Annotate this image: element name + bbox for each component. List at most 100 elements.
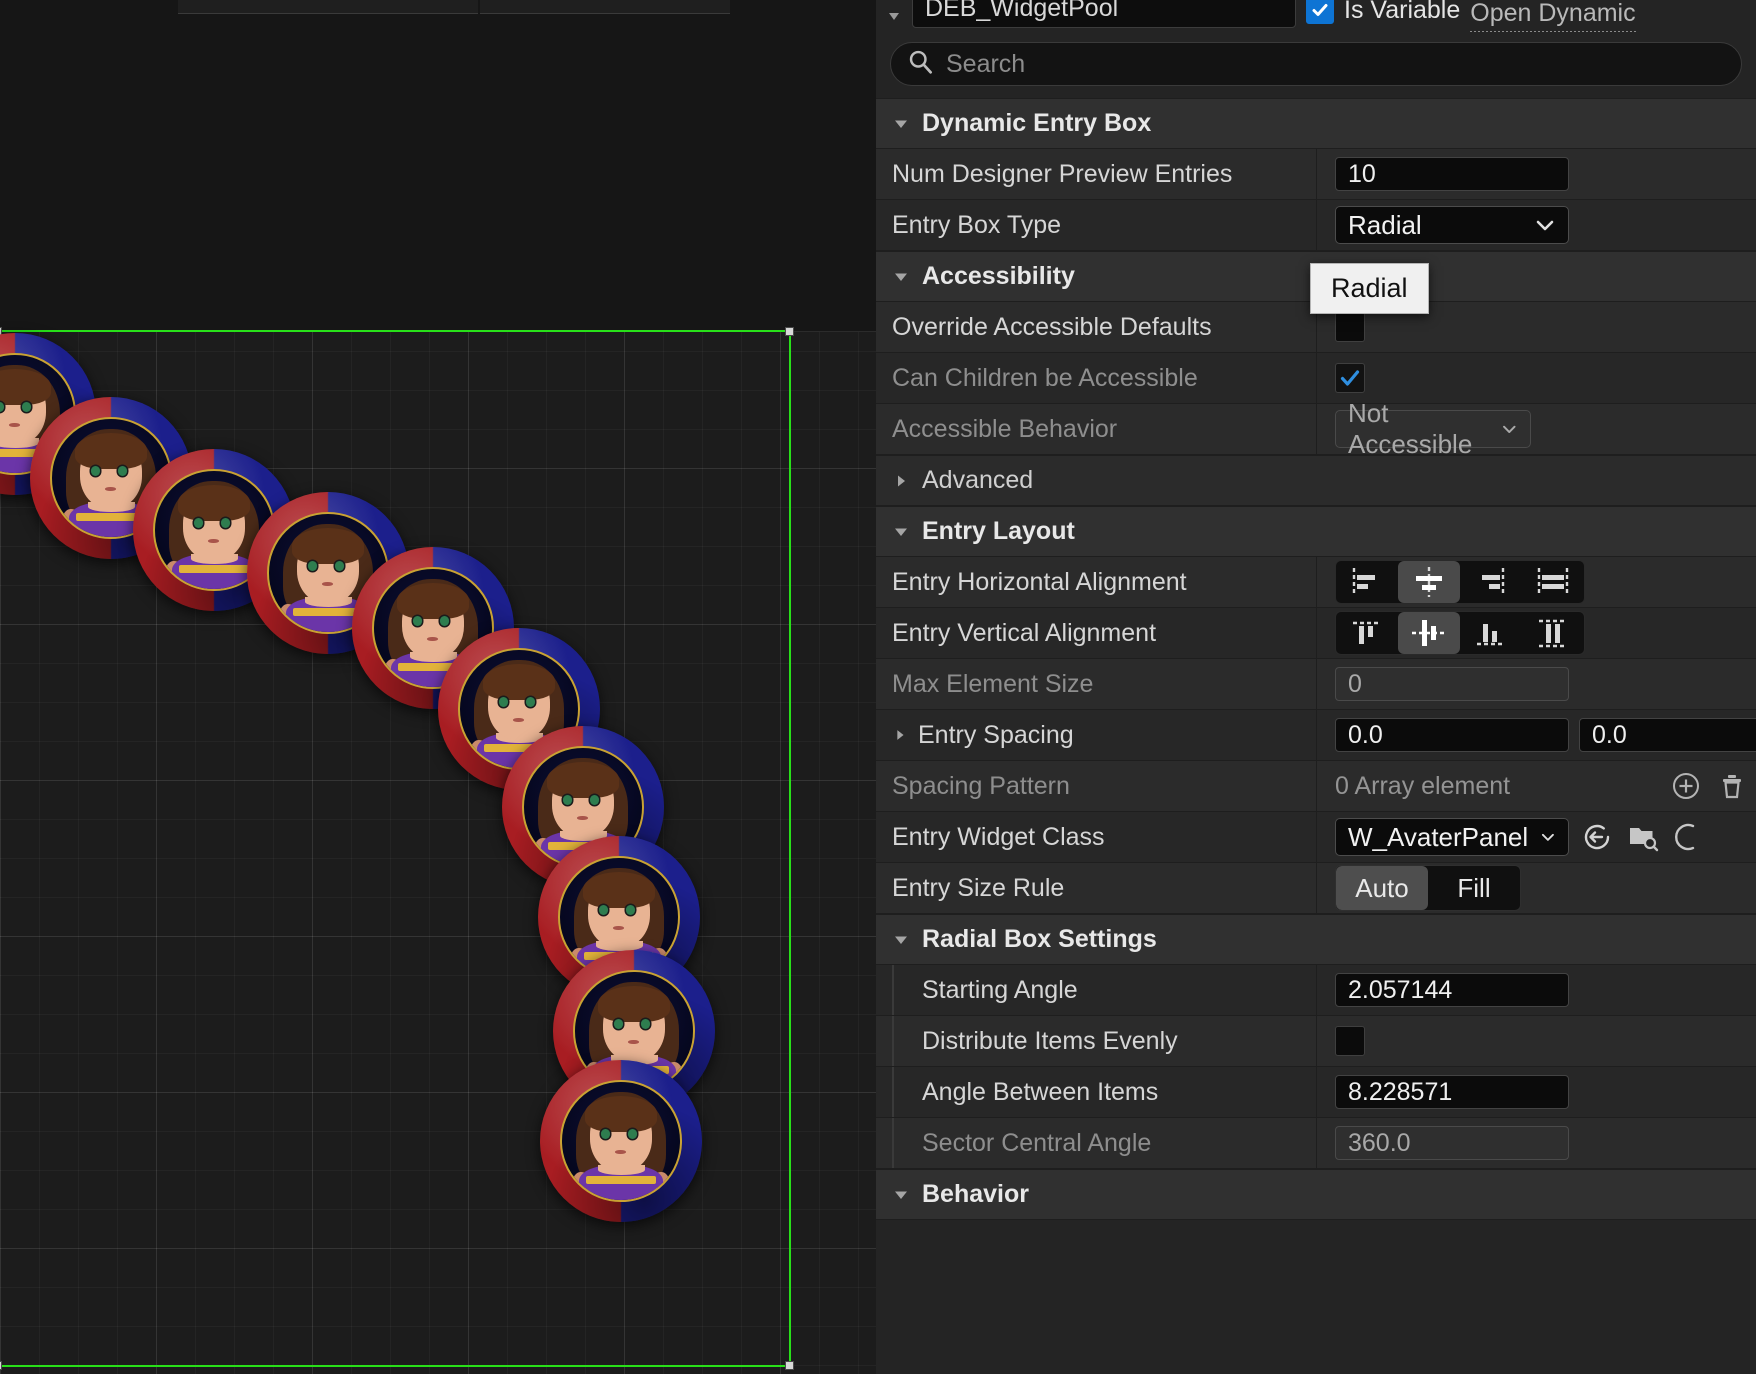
section-title: Advanced — [922, 466, 1033, 495]
section-title: Accessibility — [922, 262, 1075, 291]
section-header-radial-box-settings[interactable]: Radial Box Settings — [876, 914, 1756, 965]
trash-icon[interactable] — [1714, 768, 1750, 804]
label-spacing-pattern: Spacing Pattern — [892, 772, 1070, 801]
label-entry-spacing: Entry Spacing — [918, 721, 1074, 750]
details-header: DEB_WidgetPool Is Variable Open Dynamic — [876, 0, 1756, 32]
radial-entry-avatar[interactable] — [540, 1060, 702, 1222]
sector-central-angle-input[interactable]: 360.0 — [1335, 1126, 1569, 1160]
vertical-alignment-group[interactable] — [1335, 611, 1585, 655]
align-center-icon[interactable] — [1398, 561, 1460, 603]
label-can-children: Can Children be Accessible — [892, 364, 1198, 393]
spacing-pattern-count: 0 Array element — [1335, 772, 1658, 801]
sub-property-stripe — [892, 1118, 894, 1168]
chevron-down-icon — [892, 931, 910, 949]
entry-size-rule-group[interactable]: Auto Fill — [1335, 865, 1521, 911]
open-dynamic-link[interactable]: Open Dynamic — [1470, 0, 1635, 32]
section-header-entry-layout[interactable]: Entry Layout — [876, 506, 1756, 557]
search-input[interactable] — [946, 50, 1725, 79]
designer-viewport[interactable] — [0, 0, 876, 1374]
entry-size-rule-fill-button[interactable]: Fill — [1428, 866, 1520, 910]
sub-property-stripe — [892, 965, 894, 1015]
search-bar[interactable] — [890, 42, 1742, 86]
back-arrow-icon[interactable] — [1579, 819, 1615, 855]
plus-circle-icon[interactable] — [1668, 768, 1704, 804]
max-element-size-input[interactable]: 0 — [1335, 667, 1569, 701]
section-header-dynamic-entry-box[interactable]: Dynamic Entry Box — [876, 98, 1756, 149]
align-middle-icon[interactable] — [1398, 612, 1460, 654]
entry-spacing-x-input[interactable]: 0.0 — [1335, 718, 1569, 752]
chevron-down-icon — [1534, 214, 1556, 236]
use-selected-icon[interactable] — [1671, 819, 1707, 855]
row-can-children-be-accessible[interactable]: Can Children be Accessible — [876, 353, 1756, 404]
row-max-element-size[interactable]: Max Element Size 0 — [876, 659, 1756, 710]
chevron-down-icon — [892, 115, 910, 133]
check-icon — [1338, 366, 1362, 390]
section-header-behavior[interactable]: Behavior — [876, 1169, 1756, 1220]
label-sector-central-angle: Sector Central Angle — [922, 1129, 1151, 1158]
num-preview-input[interactable]: 10 — [1335, 157, 1569, 191]
label-max-element-size: Max Element Size — [892, 670, 1093, 699]
align-left-icon[interactable] — [1336, 561, 1398, 603]
chevron-right-icon[interactable] — [892, 727, 908, 743]
section-header-advanced[interactable]: Advanced — [876, 455, 1756, 506]
sub-property-stripe — [892, 1016, 894, 1066]
chevron-down-icon — [892, 268, 910, 286]
label-vertical-alignment: Entry Vertical Alignment — [892, 619, 1156, 648]
align-fill-icon[interactable] — [1522, 561, 1584, 603]
row-entry-size-rule[interactable]: Entry Size Rule Auto Fill — [876, 863, 1756, 914]
angle-between-items-input[interactable]: 8.228571 — [1335, 1075, 1569, 1109]
row-entry-widget-class[interactable]: Entry Widget Class W_AvaterPanel — [876, 812, 1756, 863]
section-title: Radial Box Settings — [922, 925, 1157, 954]
search-icon — [907, 48, 934, 80]
row-entry-vertical-alignment[interactable]: Entry Vertical Alignment — [876, 608, 1756, 659]
row-entry-spacing[interactable]: Entry Spacing 0.0 0.0 — [876, 710, 1756, 761]
align-vertical-fill-icon[interactable] — [1522, 612, 1584, 654]
accessible-behavior-dropdown[interactable]: Not Accessible — [1335, 410, 1531, 448]
section-title: Behavior — [922, 1180, 1029, 1209]
label-entry-widget-class: Entry Widget Class — [892, 823, 1105, 852]
sub-property-stripe — [892, 1067, 894, 1117]
is-variable-label: Is Variable — [1344, 0, 1460, 25]
row-spacing-pattern[interactable]: Spacing Pattern 0 Array element — [876, 761, 1756, 812]
align-bottom-icon[interactable] — [1460, 612, 1522, 654]
entry-size-rule-auto-button[interactable]: Auto — [1336, 866, 1428, 910]
selection-handle-bl[interactable] — [0, 1361, 2, 1370]
distribute-items-evenly-checkbox[interactable] — [1335, 1026, 1365, 1056]
section-title: Dynamic Entry Box — [922, 109, 1151, 138]
row-starting-angle[interactable]: Starting Angle 2.057144 — [876, 965, 1756, 1016]
label-override-defaults: Override Accessible Defaults — [892, 313, 1212, 342]
entry-spacing-y-input[interactable]: 0.0 — [1579, 718, 1756, 752]
selection-handle-br[interactable] — [785, 1361, 794, 1370]
entry-widget-class-dropdown[interactable]: W_AvaterPanel — [1335, 818, 1569, 856]
can-children-accessible-checkbox[interactable] — [1335, 363, 1365, 393]
accessible-behavior-value: Not Accessible — [1348, 398, 1489, 460]
label-angle-between-items: Angle Between Items — [922, 1078, 1158, 1107]
row-accessible-behavior[interactable]: Accessible Behavior Not Accessible — [876, 404, 1756, 455]
starting-angle-input[interactable]: 2.057144 — [1335, 973, 1569, 1007]
row-entry-box-type[interactable]: Entry Box Type Radial — [876, 200, 1756, 251]
row-entry-horizontal-alignment[interactable]: Entry Horizontal Alignment — [876, 557, 1756, 608]
chevron-down-icon — [1501, 419, 1518, 439]
horizontal-alignment-group[interactable] — [1335, 560, 1585, 604]
label-entry-box-type: Entry Box Type — [892, 211, 1061, 240]
details-panel: DEB_WidgetPool Is Variable Open Dynamic — [876, 0, 1756, 1374]
viewport-top-divider-left — [178, 0, 478, 14]
align-top-icon[interactable] — [1336, 612, 1398, 654]
widget-name-field[interactable]: DEB_WidgetPool — [912, 0, 1296, 28]
row-distribute-items-evenly[interactable]: Distribute Items Evenly — [876, 1016, 1756, 1067]
entry-box-type-dropdown[interactable]: Radial — [1335, 206, 1569, 244]
row-num-designer-preview-entries[interactable]: Num Designer Preview Entries 10 — [876, 149, 1756, 200]
avatar-portrait — [560, 1080, 682, 1202]
align-right-icon[interactable] — [1460, 561, 1522, 603]
row-sector-central-angle[interactable]: Sector Central Angle 360.0 — [876, 1118, 1756, 1169]
folder-search-icon[interactable] — [1625, 819, 1661, 855]
expand-caret-icon[interactable] — [886, 8, 902, 24]
label-accessible-behavior: Accessible Behavior — [892, 415, 1117, 444]
entry-widget-class-value: W_AvaterPanel — [1348, 822, 1528, 853]
row-angle-between-items[interactable]: Angle Between Items 8.228571 — [876, 1067, 1756, 1118]
chevron-right-icon — [892, 472, 910, 490]
viewport-top-divider-right — [480, 0, 730, 14]
override-accessible-defaults-checkbox[interactable] — [1335, 312, 1365, 342]
is-variable-group[interactable]: Is Variable — [1306, 0, 1460, 25]
is-variable-checkbox[interactable] — [1306, 0, 1334, 24]
